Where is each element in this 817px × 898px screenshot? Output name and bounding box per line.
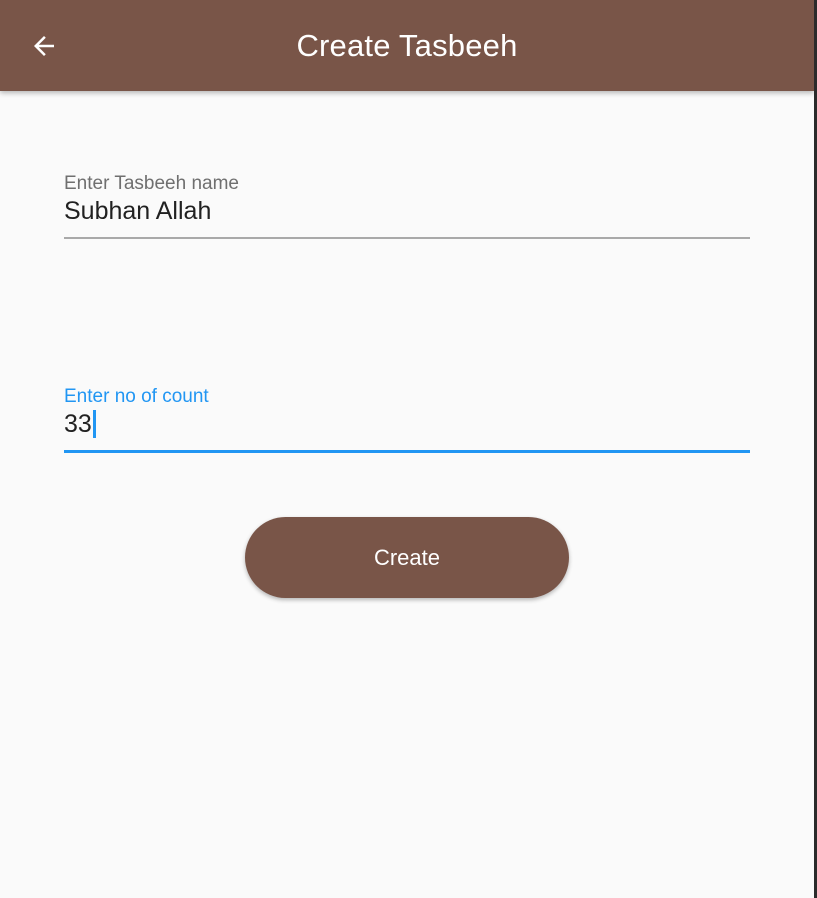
app-bar: Create Tasbeeh	[0, 0, 814, 91]
count-value: 33	[64, 410, 92, 438]
count-input[interactable]: 33	[64, 409, 750, 439]
create-button[interactable]: Create	[245, 517, 569, 598]
create-tasbeeh-screen: Create Tasbeeh Enter Tasbeeh name Subhan…	[0, 0, 814, 898]
tasbeeh-name-value: Subhan Allah	[64, 197, 212, 225]
count-field[interactable]: Enter no of count 33	[64, 386, 750, 453]
count-label: Enter no of count	[64, 386, 209, 407]
tasbeeh-name-field[interactable]: Enter Tasbeeh name Subhan Allah	[64, 173, 750, 239]
tasbeeh-name-label: Enter Tasbeeh name	[64, 173, 239, 194]
tasbeeh-name-input[interactable]: Subhan Allah	[64, 196, 750, 226]
page-title: Create Tasbeeh	[296, 28, 518, 63]
tasbeeh-name-underline	[64, 237, 750, 239]
count-underline	[64, 450, 750, 453]
text-cursor	[92, 410, 96, 438]
